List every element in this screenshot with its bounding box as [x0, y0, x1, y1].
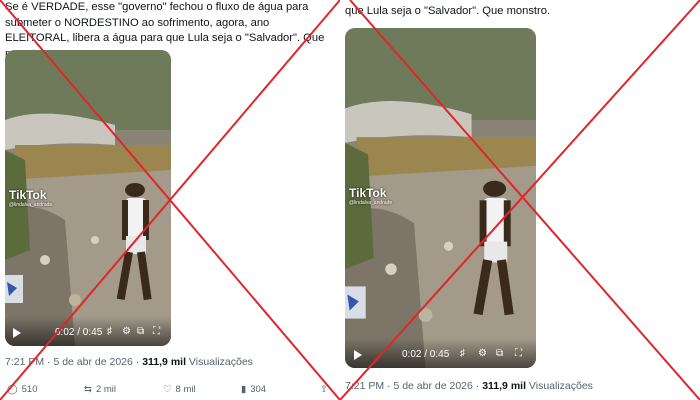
views-count: 311,9 mil	[142, 356, 186, 368]
views-label: Visualizações	[528, 380, 593, 392]
pip-icon[interactable]: ⧉	[496, 348, 503, 360]
fullscreen-icon[interactable]: ⛶	[515, 348, 522, 360]
tiktok-logo: TikTok @lindalva_andrade	[349, 186, 393, 206]
video-time: 0:02 / 0:45	[55, 327, 103, 338]
pip-icon[interactable]: ⧉	[137, 326, 144, 338]
tweet-meta: 7:21 PM · 5 de abr de 2026 · 311,9 mil V…	[345, 380, 593, 392]
share-button[interactable]: ⇧	[320, 384, 328, 395]
volume-icon[interactable]: ♯	[107, 326, 112, 338]
bookmark-button[interactable]: ▮ 304	[241, 384, 266, 395]
left-tweet-panel: Se é VERDADE, esse "governo" fechou o fl…	[0, 0, 340, 400]
bookmark-count: 304	[250, 384, 267, 395]
like-button[interactable]: ♡ 8 mil	[163, 384, 196, 395]
video-controls: 0:02 / 0:45 ♯ ⚙ ⧉ ⛶	[345, 338, 536, 368]
share-icon: ⇧	[320, 384, 328, 395]
like-count: 8 mil	[175, 384, 196, 395]
tweet-time[interactable]: 7:21 PM	[5, 356, 44, 368]
repost-count: 2 mil	[95, 384, 117, 395]
video-time: 0:02 / 0:45	[402, 349, 450, 360]
video-controls: 0:02 / 0:45 ♯ ⚙ ⧉ ⛶	[5, 316, 171, 346]
video-player[interactable]: TikTok @lindalva_andrade 0:02 / 0:45 ♯ ⚙…	[345, 28, 536, 368]
tiktok-logo: TikTok @lindalva_andrade	[9, 188, 53, 208]
tweet-meta: 7:21 PM · 5 de abr de 2026 · 311,9 mil V…	[5, 356, 253, 368]
tweet-date[interactable]: 5 de abr de 2026	[393, 380, 472, 392]
heart-icon: ♡	[163, 384, 172, 395]
settings-icon[interactable]: ⚙	[478, 348, 487, 360]
tweet-date[interactable]: 5 de abr de 2026	[53, 356, 132, 368]
play-icon[interactable]	[354, 350, 362, 360]
volume-icon[interactable]: ♯	[460, 348, 465, 360]
reply-count: 510	[21, 384, 38, 395]
right-tweet-panel: que Lula seja o "Salvador". Que monstro.…	[340, 0, 700, 400]
video-player[interactable]: TikTok @lindalva_andrade 0:02 / 0:45 ♯ ⚙…	[5, 50, 171, 346]
repost-button[interactable]: ⇆ 2 mil	[84, 384, 116, 395]
action-bar: ◯ 510 ⇆ 2 mil ♡ 8 mil ▮ 304 ⇧	[0, 384, 340, 400]
tweet-time[interactable]: 7:21 PM	[345, 380, 384, 392]
play-icon[interactable]	[13, 328, 21, 338]
views-count: 311,9 mil	[482, 380, 526, 392]
tweet-text: que Lula seja o "Salvador". Que monstro.	[345, 5, 551, 17]
settings-icon[interactable]: ⚙	[122, 326, 131, 338]
views-label: Visualizações	[188, 356, 253, 368]
fullscreen-icon[interactable]: ⛶	[153, 326, 160, 338]
bookmark-icon: ▮	[241, 384, 247, 395]
reply-button[interactable]: ◯ 510	[7, 384, 38, 395]
repost-icon: ⇆	[84, 384, 92, 395]
reply-icon: ◯	[7, 384, 18, 395]
